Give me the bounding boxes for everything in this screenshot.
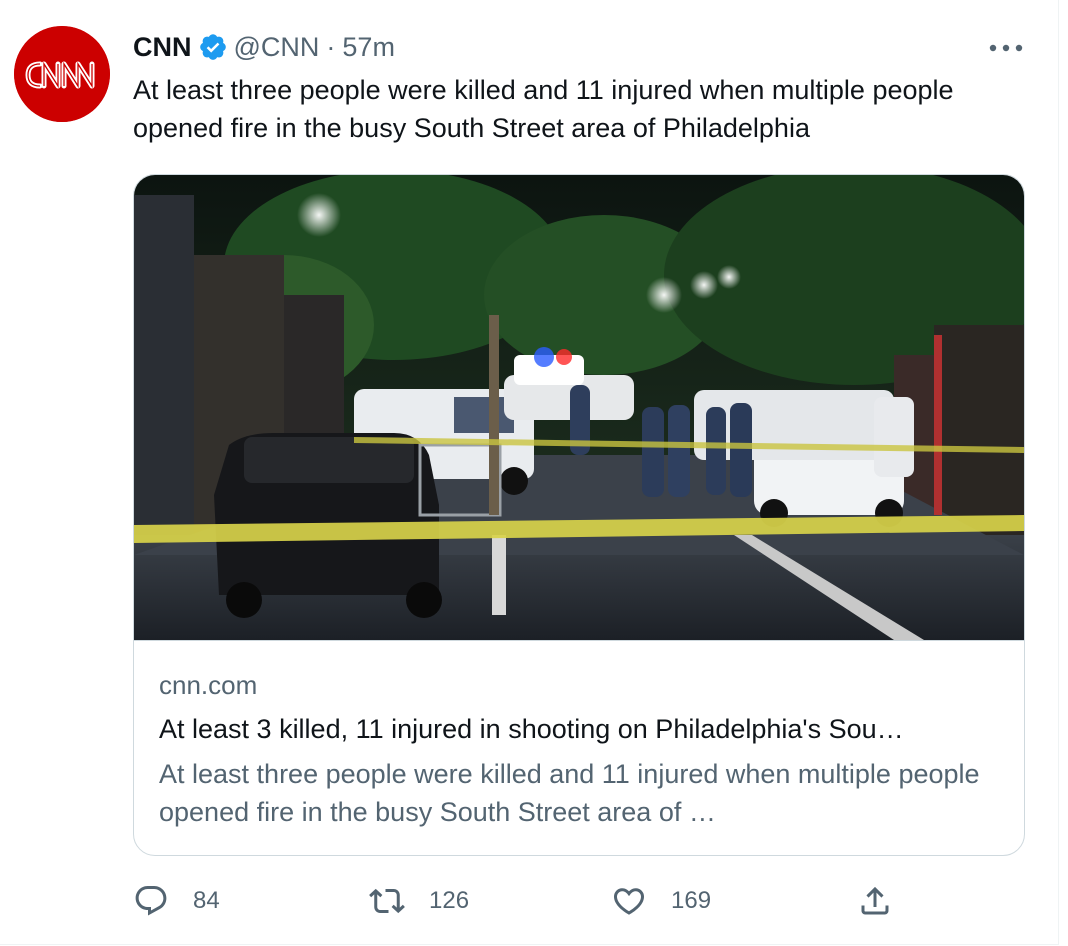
share-button[interactable] [857,876,893,926]
card-domain: cnn.com [159,670,258,700]
avatar[interactable] [14,26,110,122]
news-photo [134,175,1024,640]
separator-dot: · [326,31,336,62]
tweet-actions: 84 126 169 [133,876,923,926]
card-divider [134,640,1024,641]
verified-badge-icon [198,32,228,62]
link-card[interactable]: cnn.com At least 3 killed, 11 injured in… [133,174,1025,856]
retweet-count: 126 [429,887,470,914]
like-button[interactable]: 169 [611,876,711,926]
reply-icon [135,886,167,916]
tweet-header: CNN @CNN · 57m [133,28,395,66]
timestamp[interactable]: 57m [342,32,395,63]
retweet-icon [369,888,405,914]
tweet-text: At least three people were killed and 11… [133,75,954,143]
card-description: At least three people were killed and 11… [159,759,980,827]
cnn-logo-icon [14,26,110,122]
more-options-button[interactable] [986,30,1026,66]
more-options-icon [989,44,1023,52]
retweet-button[interactable]: 126 [369,876,469,926]
handle[interactable]: @CNN [234,32,320,63]
reply-button[interactable]: 84 [133,876,220,926]
reply-count: 84 [193,887,220,914]
heart-icon [613,888,645,915]
card-image[interactable] [134,175,1024,640]
tweet[interactable]: CNN @CNN · 57m At least three people wer… [0,0,1059,945]
display-name[interactable]: CNN [133,32,192,63]
like-count: 169 [671,887,712,914]
share-icon [861,886,889,915]
card-title[interactable]: At least 3 killed, 11 injured in shootin… [159,711,1004,747]
